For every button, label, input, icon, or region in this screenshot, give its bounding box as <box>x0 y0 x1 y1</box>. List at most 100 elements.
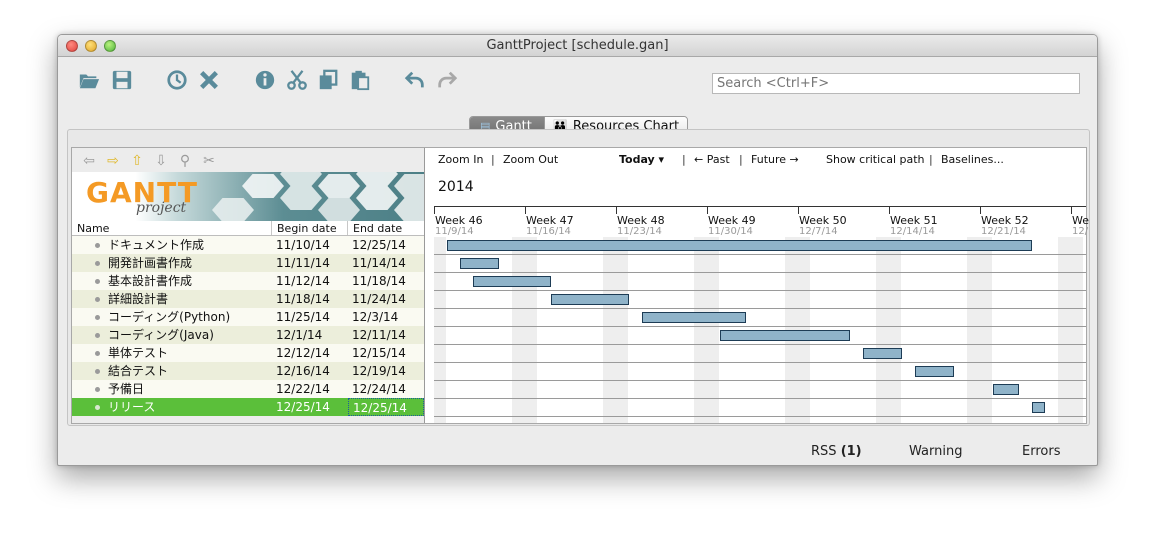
gantt-view: ⇦ ⇨ ⇧ ⇩ ⚲ ✂ GANTT project Name Begin dat… <box>71 147 1089 424</box>
task-end: 12/11/14 <box>352 328 406 342</box>
task-row-selected[interactable]: リリース 12/25/14 12/25/14 <box>72 398 424 416</box>
zoom-out-button[interactable]: Zoom Out <box>503 153 558 166</box>
errors-status[interactable]: Errors <box>1022 444 1060 459</box>
week-date: 12/ <box>1072 226 1089 237</box>
task-row[interactable]: コーディング(Python) 11/25/14 12/3/14 <box>72 308 424 326</box>
task-bar[interactable] <box>447 240 1032 251</box>
zoom-in-button[interactable]: Zoom In <box>438 153 483 166</box>
task-bar[interactable] <box>720 330 850 341</box>
week-tick <box>889 206 890 214</box>
week-tick <box>1071 206 1072 214</box>
save-icon[interactable] <box>110 68 134 92</box>
gantt-chart-pane: Zoom In | Zoom Out Today ▾ | ← Past | Fu… <box>426 148 1089 423</box>
task-bar[interactable] <box>1032 402 1045 413</box>
toolbar-separator: | <box>491 153 495 166</box>
task-bullet-icon <box>95 350 100 356</box>
future-button[interactable]: Future → <box>751 153 799 166</box>
task-end: 12/25/14 <box>352 238 406 252</box>
info-icon[interactable] <box>253 68 277 92</box>
task-row[interactable]: 開発計画書作成 11/11/14 11/14/14 <box>72 254 424 272</box>
delete-icon[interactable] <box>197 68 221 92</box>
task-end: 12/19/14 <box>352 364 406 378</box>
critical-path-button[interactable]: Show critical path <box>826 153 925 166</box>
week-tick <box>707 206 708 214</box>
timeline-year: 2014 <box>438 179 474 195</box>
task-table-header: Name Begin date End date <box>72 221 424 236</box>
task-begin: 11/10/14 <box>276 238 330 252</box>
copy-icon[interactable] <box>316 68 340 92</box>
task-bullet-icon <box>95 386 100 392</box>
task-bullet-icon <box>95 242 100 248</box>
task-row[interactable]: 単体テスト 12/12/14 12/15/14 <box>72 344 424 362</box>
task-bullet-icon <box>95 404 100 410</box>
task-begin: 11/11/14 <box>276 256 330 270</box>
task-end[interactable]: 12/25/14 <box>348 398 424 416</box>
redo-icon[interactable] <box>435 68 459 92</box>
task-name: 結合テスト <box>108 364 169 378</box>
unlink-icon[interactable]: ✂ <box>200 153 218 169</box>
weekend-shade <box>694 237 719 423</box>
cut-icon[interactable] <box>285 68 309 92</box>
task-name: コーディング(Python) <box>108 310 231 324</box>
weekend-shade <box>1058 237 1083 423</box>
timeline: Week 46 11/9/14 Week 47 11/16/14 Week 48… <box>434 206 1089 423</box>
task-begin: 11/12/14 <box>276 274 330 288</box>
column-begin-date[interactable]: Begin date <box>272 221 348 235</box>
column-end-date[interactable]: End date <box>348 221 424 235</box>
logo-subtitle: project <box>136 200 187 216</box>
ganttproject-logo: GANTT project <box>72 172 424 221</box>
weekend-shade <box>512 237 537 423</box>
folder-open-icon[interactable] <box>77 68 101 92</box>
move-down-icon[interactable]: ⇩ <box>152 153 170 169</box>
task-bar[interactable] <box>915 366 954 377</box>
link-icon[interactable]: ⚲ <box>176 153 194 169</box>
task-bullet-icon <box>95 296 100 302</box>
row-gridline <box>434 254 1086 255</box>
rss-status[interactable]: RSS (1) <box>811 444 862 459</box>
week-tick <box>525 206 526 214</box>
search-input[interactable] <box>712 73 1080 94</box>
move-up-icon[interactable]: ⇧ <box>128 153 146 169</box>
toolbar-separator: | <box>682 153 686 166</box>
task-row[interactable]: ドキュメント作成 11/10/14 12/25/14 <box>72 236 424 254</box>
task-name: 予備日 <box>108 382 145 396</box>
warning-status[interactable]: Warning <box>909 444 962 459</box>
weekend-shade <box>434 237 446 423</box>
weekend-shade <box>876 237 901 423</box>
task-bar[interactable] <box>642 312 746 323</box>
history-icon[interactable] <box>165 68 189 92</box>
gantt-toolbar: Zoom In | Zoom Out Today ▾ | ← Past | Fu… <box>426 148 1086 170</box>
week-date: 11/23/14 <box>617 226 662 237</box>
week-date: 12/14/14 <box>890 226 935 237</box>
task-bar[interactable] <box>551 294 629 305</box>
row-gridline <box>434 326 1086 327</box>
past-button[interactable]: ← Past <box>694 153 730 166</box>
task-bar[interactable] <box>460 258 499 269</box>
undo-icon[interactable] <box>403 68 427 92</box>
task-name: 開発計画書作成 <box>108 256 193 270</box>
row-gridline <box>434 344 1086 345</box>
baselines-button[interactable]: Baselines... <box>941 153 1004 166</box>
weekend-shade <box>967 237 992 423</box>
task-bar[interactable] <box>473 276 551 287</box>
column-name[interactable]: Name <box>72 221 272 235</box>
task-bar[interactable] <box>863 348 902 359</box>
task-bullet-icon <box>95 260 100 266</box>
task-row[interactable]: 予備日 12/22/14 12/24/14 <box>72 380 424 398</box>
row-gridline <box>434 290 1086 291</box>
week-tick <box>798 206 799 214</box>
task-name: ドキュメント作成 <box>108 238 205 252</box>
task-row[interactable]: 詳細設計書 11/18/14 11/24/14 <box>72 290 424 308</box>
task-row[interactable]: コーディング(Java) 12/1/14 12/11/14 <box>72 326 424 344</box>
task-row[interactable]: 基本設計書作成 11/12/14 11/18/14 <box>72 272 424 290</box>
indent-icon[interactable]: ⇨ <box>104 153 122 169</box>
unindent-icon[interactable]: ⇦ <box>80 153 98 169</box>
today-dropdown[interactable]: Today ▾ <box>619 153 664 166</box>
task-end: 12/3/14 <box>352 310 399 324</box>
paste-icon[interactable] <box>348 68 372 92</box>
week-date: 12/21/14 <box>981 226 1026 237</box>
timeline-axis <box>434 206 1086 207</box>
task-nav-toolbar: ⇦ ⇨ ⇧ ⇩ ⚲ ✂ <box>80 153 218 169</box>
task-bar[interactable] <box>993 384 1019 395</box>
task-row[interactable]: 結合テスト 12/16/14 12/19/14 <box>72 362 424 380</box>
